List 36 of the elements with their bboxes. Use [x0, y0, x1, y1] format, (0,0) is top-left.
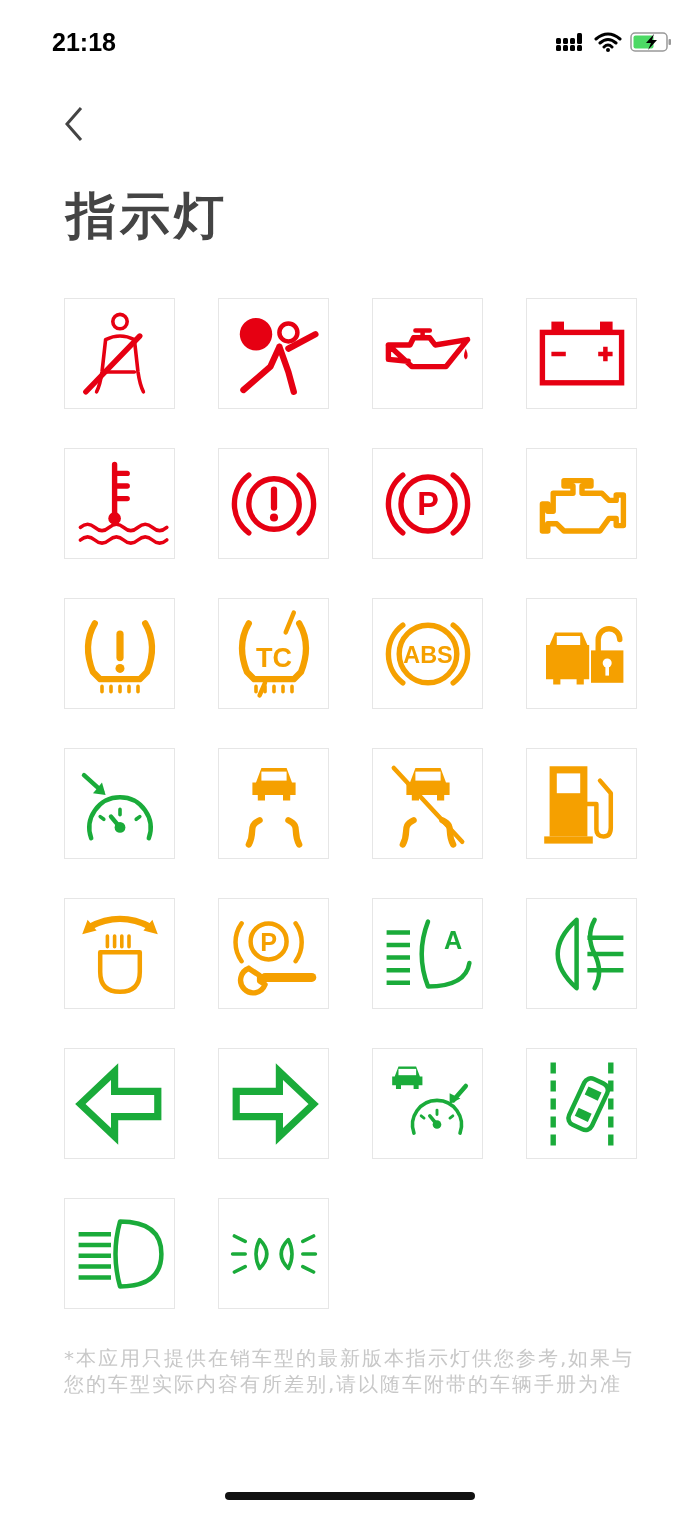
indicator-tile[interactable]: [218, 448, 329, 559]
indicator-tile[interactable]: ABS: [372, 598, 483, 709]
indicator-tile[interactable]: [218, 1198, 329, 1309]
icon-letter: P: [259, 927, 277, 956]
battery-charging-icon: [630, 32, 672, 52]
page-title: 指示灯: [66, 186, 229, 246]
indicator-tile[interactable]: TC: [218, 598, 329, 709]
indicator-tile[interactable]: A: [372, 898, 483, 1009]
indicator-tile[interactable]: [64, 898, 175, 1009]
wifi-icon: [594, 32, 622, 52]
status-time: 21:18: [52, 27, 116, 57]
indicator-tile[interactable]: [64, 1048, 175, 1159]
indicator-tile[interactable]: [526, 298, 637, 409]
icon-letter: A: [443, 925, 462, 954]
indicator-tile[interactable]: [64, 598, 175, 709]
indicator-tile[interactable]: [64, 1198, 175, 1309]
indicator-tile[interactable]: [218, 298, 329, 409]
indicator-tile[interactable]: [372, 748, 483, 859]
back-icon: [63, 106, 85, 142]
icon-letter: TC: [255, 642, 292, 673]
indicator-tile[interactable]: P: [218, 898, 329, 1009]
icon-letter: P: [416, 485, 439, 522]
icon-letter: ABS: [402, 641, 453, 668]
indicator-tile[interactable]: [526, 598, 637, 709]
indicator-tile[interactable]: [64, 448, 175, 559]
indicator-tile[interactable]: [372, 1048, 483, 1159]
indicator-tile[interactable]: [64, 748, 175, 859]
indicator-tile[interactable]: [218, 1048, 329, 1159]
indicator-tile[interactable]: [218, 748, 329, 859]
indicator-tile[interactable]: [526, 898, 637, 1009]
indicator-tile[interactable]: [372, 298, 483, 409]
indicator-tile[interactable]: [526, 748, 637, 859]
indicator-tile[interactable]: P: [372, 448, 483, 559]
indicator-tile[interactable]: [526, 448, 637, 559]
indicator-tile[interactable]: [526, 1048, 637, 1159]
indicator-tile[interactable]: [64, 298, 175, 409]
